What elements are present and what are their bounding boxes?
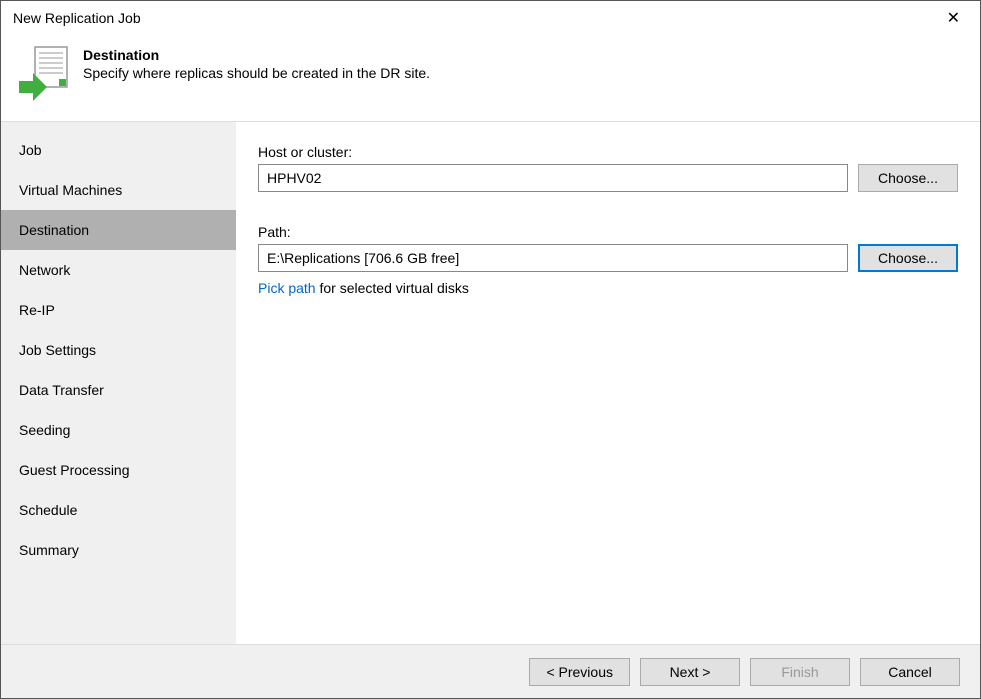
sidebar-item-label: Network [19,262,70,278]
host-field-group: Host or cluster: Choose... [258,144,958,192]
previous-button[interactable]: < Previous [529,658,630,686]
path-input[interactable] [258,244,848,272]
sidebar-item-seeding[interactable]: Seeding [1,410,236,450]
sidebar-item-label: Job [19,142,42,158]
sidebar-item-summary[interactable]: Summary [1,530,236,570]
header-text: Destination Specify where replicas shoul… [83,43,430,81]
sidebar-item-virtual-machines[interactable]: Virtual Machines [1,170,236,210]
sidebar-item-data-transfer[interactable]: Data Transfer [1,370,236,410]
destination-icon [17,43,69,103]
path-field-row: Choose... [258,244,958,272]
titlebar: New Replication Job ✕ [1,1,980,35]
sidebar-item-schedule[interactable]: Schedule [1,490,236,530]
host-label: Host or cluster: [258,144,958,160]
finish-button: Finish [750,658,850,686]
sidebar-item-label: Data Transfer [19,382,104,398]
sidebar-item-label: Seeding [19,422,70,438]
host-input[interactable] [258,164,848,192]
sidebar-item-re-ip[interactable]: Re-IP [1,290,236,330]
pick-path-text: for selected virtual disks [316,280,469,296]
pick-path-link[interactable]: Pick path [258,280,316,296]
wizard-footer: < Previous Next > Finish Cancel [1,644,980,698]
cancel-button[interactable]: Cancel [860,658,960,686]
sidebar-item-label: Re-IP [19,302,55,318]
page-subtitle: Specify where replicas should be created… [83,65,430,81]
sidebar-item-label: Destination [19,222,89,238]
sidebar-item-job[interactable]: Job [1,130,236,170]
sidebar-item-label: Virtual Machines [19,182,122,198]
close-icon[interactable]: ✕ [939,4,968,32]
host-field-row: Choose... [258,164,958,192]
wizard-header: Destination Specify where replicas shoul… [1,35,980,121]
wizard-window: New Replication Job ✕ Destination Specif… [0,0,981,699]
main-area: Job Virtual Machines Destination Network… [1,121,980,644]
next-button[interactable]: Next > [640,658,740,686]
wizard-sidebar: Job Virtual Machines Destination Network… [1,122,236,644]
sidebar-item-guest-processing[interactable]: Guest Processing [1,450,236,490]
sidebar-item-job-settings[interactable]: Job Settings [1,330,236,370]
path-field-group: Path: Choose... Pick path for selected v… [258,224,958,296]
pick-path-hint: Pick path for selected virtual disks [258,280,958,296]
path-label: Path: [258,224,958,240]
sidebar-item-label: Job Settings [19,342,96,358]
content-panel: Host or cluster: Choose... Path: Choose.… [236,122,980,644]
sidebar-item-destination[interactable]: Destination [1,210,236,250]
sidebar-item-label: Summary [19,542,79,558]
path-choose-button[interactable]: Choose... [858,244,958,272]
sidebar-item-label: Guest Processing [19,462,130,478]
window-title: New Replication Job [13,10,141,26]
host-choose-button[interactable]: Choose... [858,164,958,192]
sidebar-item-label: Schedule [19,502,77,518]
page-title: Destination [83,47,430,63]
sidebar-item-network[interactable]: Network [1,250,236,290]
